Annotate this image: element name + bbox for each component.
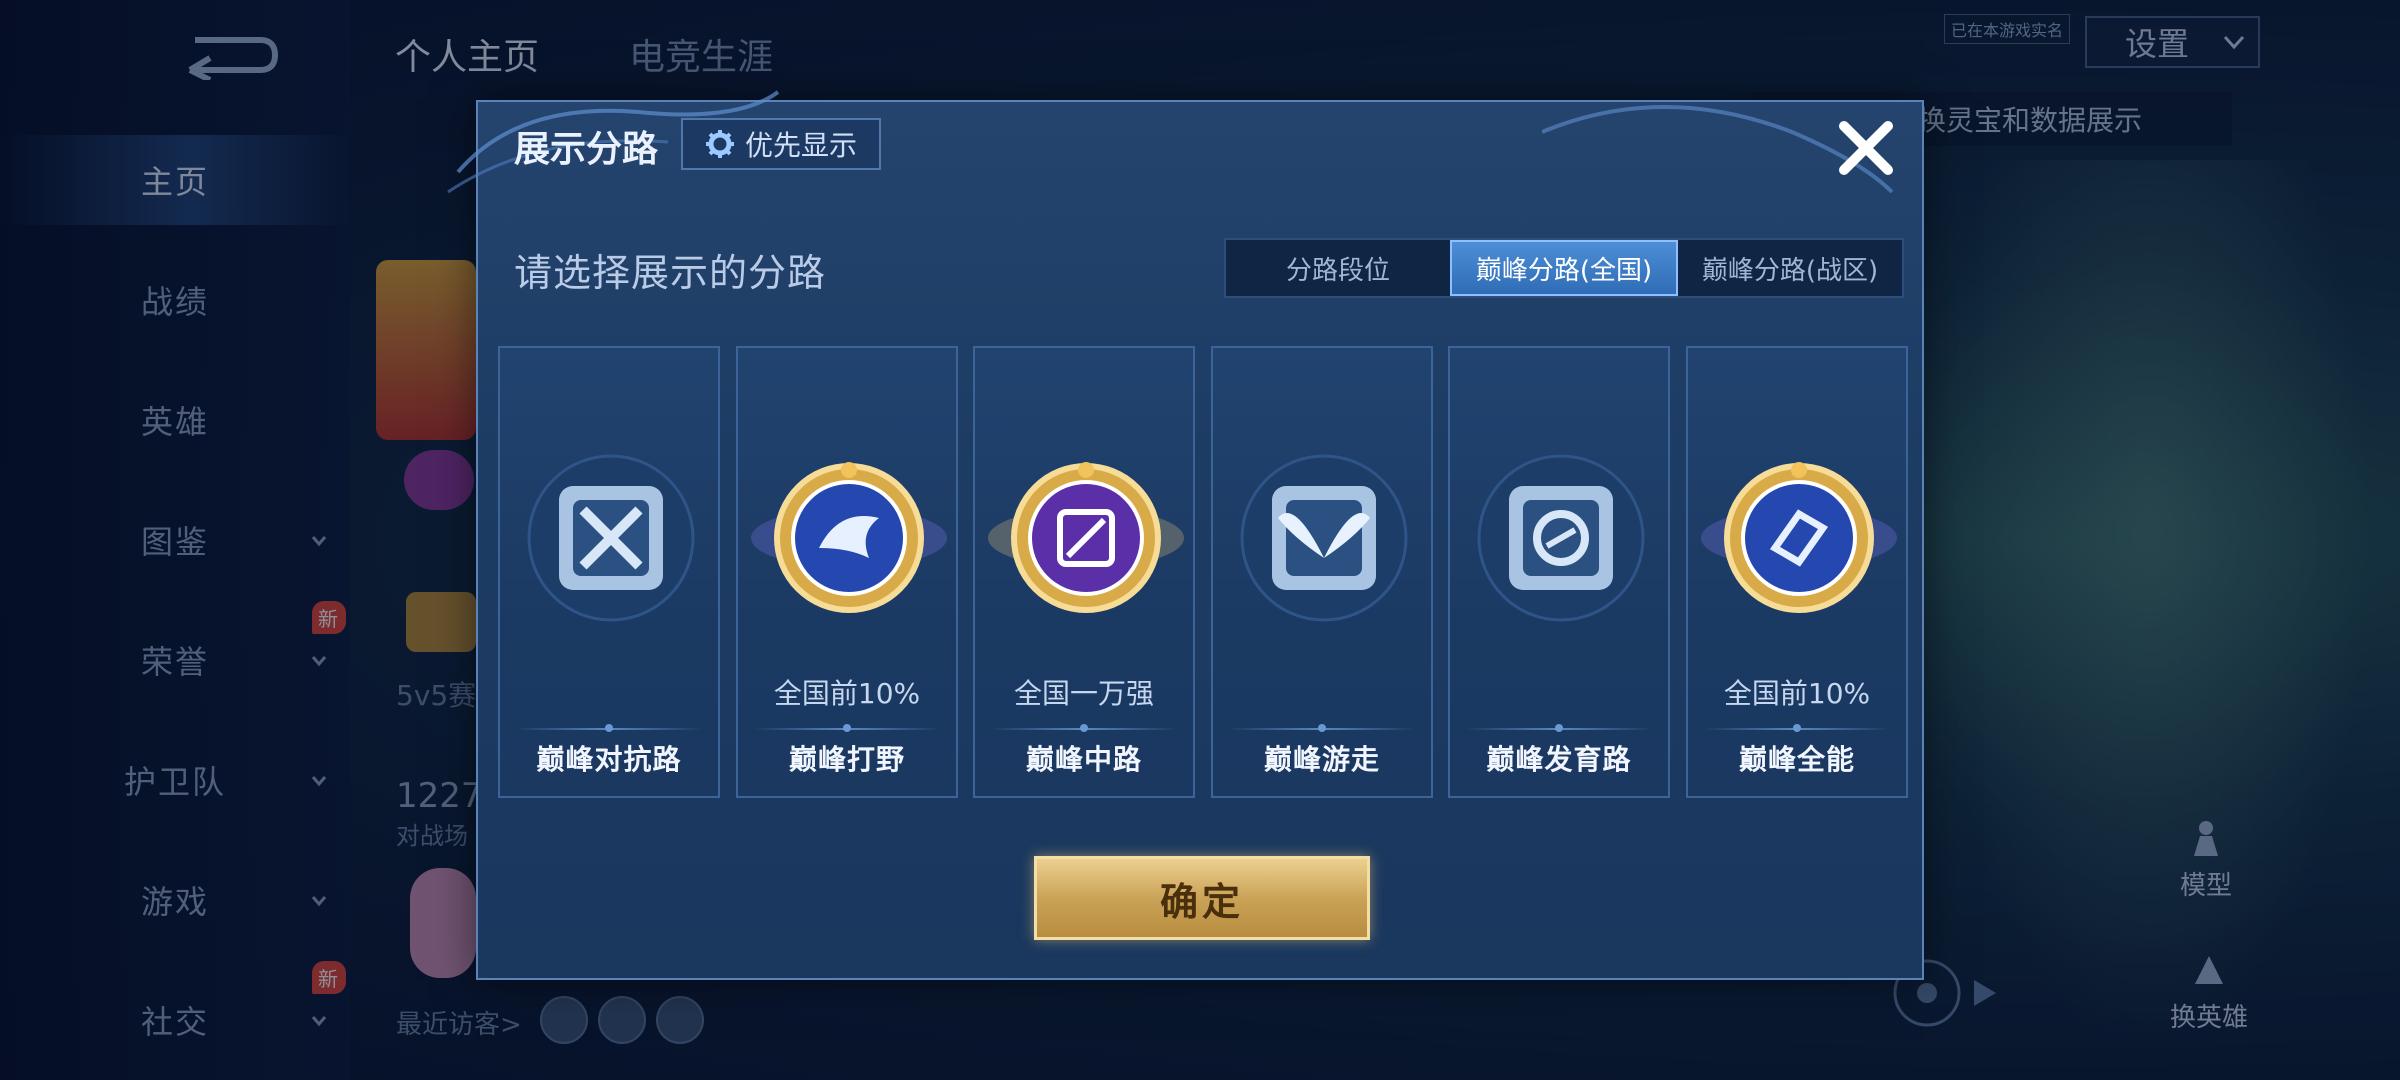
lane-name: 巅峰中路 <box>1025 743 1142 776</box>
lane-name: 巅峰打野 <box>788 743 905 776</box>
sword-lane-icon <box>527 454 695 622</box>
divider <box>1229 724 1415 732</box>
bow-lane-icon <box>1477 454 1645 622</box>
segment-peak-region[interactable]: 巅峰分路(战区) <box>1678 240 1902 296</box>
priority-display-button[interactable]: 优先显示 <box>681 118 881 170</box>
wings-lane-icon <box>1240 454 1408 622</box>
lane-scope-segmented-control: 分路段位 巅峰分路(全国) 巅峰分路(战区) <box>1224 238 1904 298</box>
close-icon[interactable] <box>1834 116 1898 180</box>
priority-display-label: 优先显示 <box>744 129 857 162</box>
lane-name: 巅峰发育路 <box>1486 743 1632 776</box>
mid-lane-icon <box>988 462 1184 613</box>
divider <box>1704 724 1890 732</box>
lane-rank-text: 全国前10% <box>773 677 921 710</box>
divider <box>754 724 940 732</box>
lane-display-dialog: 展示分路 优先显示 请选择展示的分路 分路段位 巅峰分路(全国) 巅峰分路(战区… <box>447 90 1924 980</box>
lane-name: 巅峰游走 <box>1263 743 1380 776</box>
divider <box>991 724 1177 732</box>
lane-card[interactable]: 全国前10% 巅峰全能 <box>1686 346 1908 798</box>
lane-rank-text: 全国一万强 <box>1013 677 1154 710</box>
lane-card[interactable]: 全国一万强 巅峰中路 <box>973 346 1195 798</box>
lane-name: 巅峰全能 <box>1738 743 1855 776</box>
dialog-title: 展示分路 <box>514 129 659 170</box>
lane-card-list: 巅峰对抗路 全国前10% 巅峰打野 全国一万强 巅峰中路 巅峰游走 巅峰发育路 全国前10% 巅… <box>498 346 1908 798</box>
lane-rank-text: 全国前10% <box>1723 677 1871 710</box>
dialog-subtitle: 请选择展示的分路 <box>514 251 827 295</box>
segment-lane-rank[interactable]: 分路段位 <box>1226 240 1450 296</box>
lane-card[interactable]: 巅峰对抗路 <box>498 346 720 798</box>
lane-card[interactable]: 巅峰发育路 <box>1448 346 1670 798</box>
lane-card[interactable]: 巅峰游走 <box>1211 346 1433 798</box>
lane-card[interactable]: 全国前10% 巅峰打野 <box>736 346 958 798</box>
lane-name: 巅峰对抗路 <box>536 743 682 776</box>
segment-peak-national[interactable]: 巅峰分路(全国) <box>1450 240 1678 296</box>
allround-lane-icon <box>1701 462 1897 613</box>
dragon-lane-icon <box>751 462 947 613</box>
gear-icon <box>705 130 734 158</box>
divider <box>1466 724 1652 732</box>
confirm-button[interactable]: 确定 <box>1034 856 1370 940</box>
divider <box>516 724 702 732</box>
